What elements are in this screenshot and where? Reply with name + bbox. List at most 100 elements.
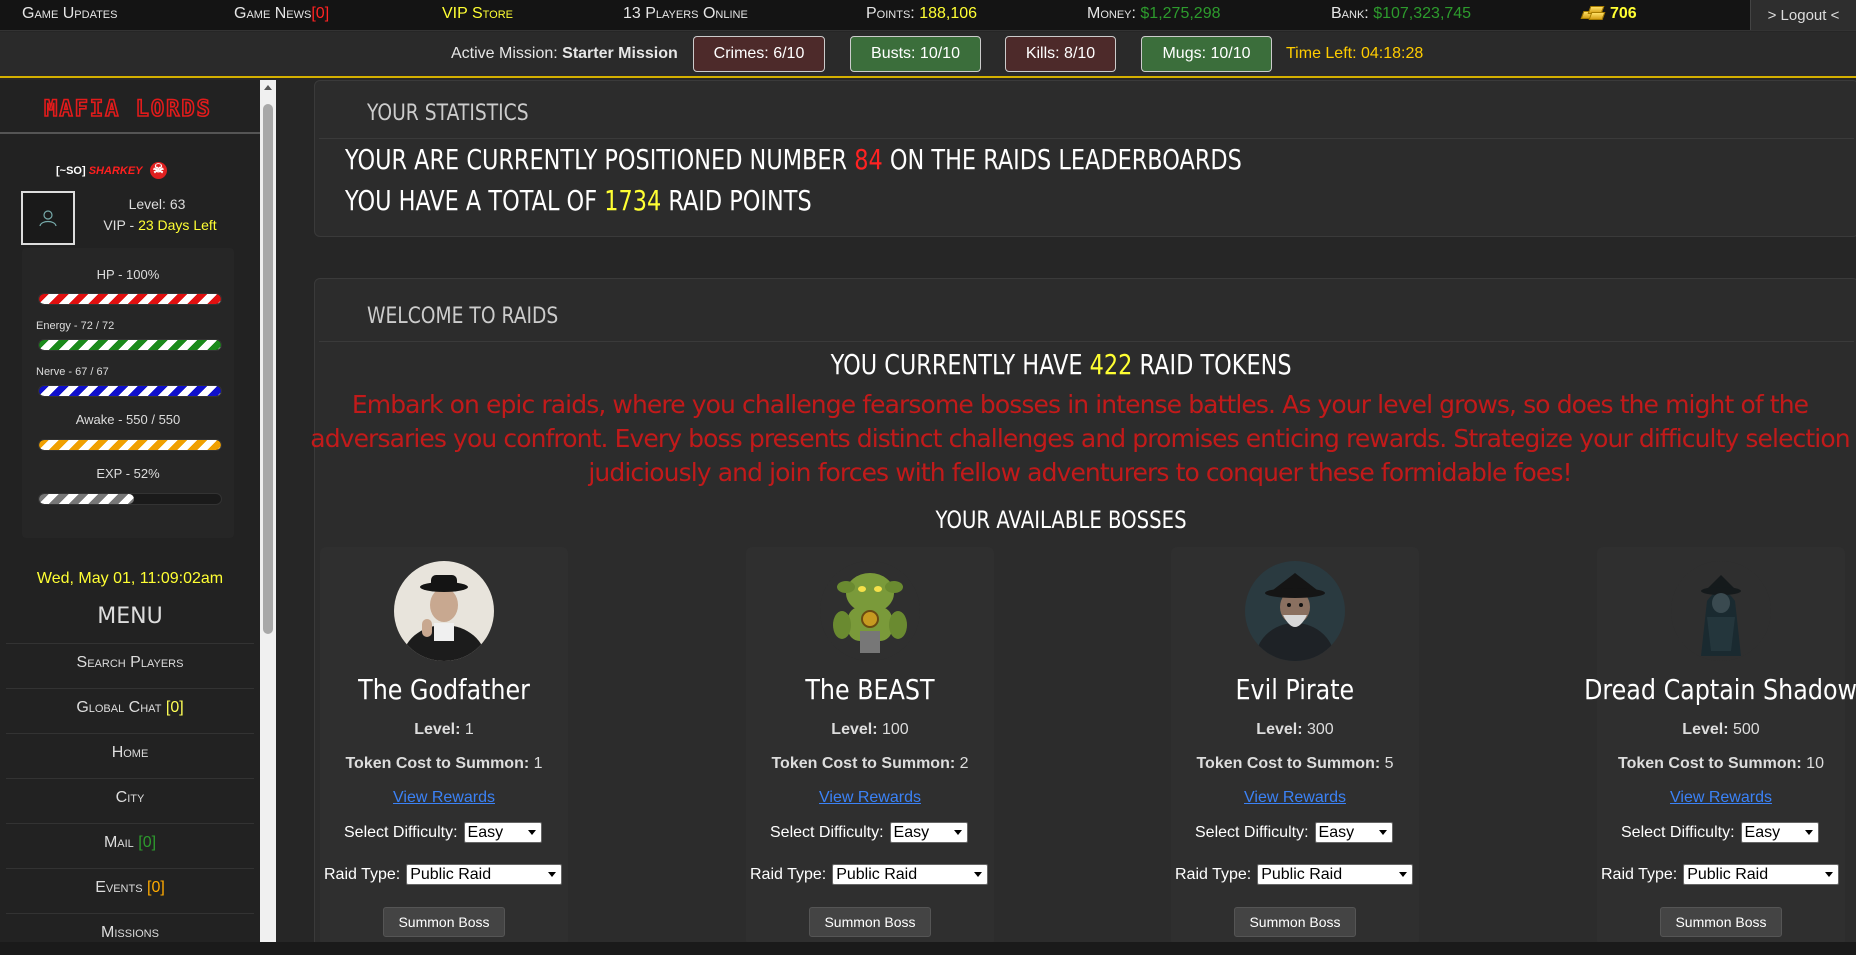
- boss-name-text: The Godfather: [358, 673, 530, 706]
- difficulty-select[interactable]: Easy: [889, 822, 968, 843]
- difficulty-row: Select Difficulty: Easy: [1195, 822, 1393, 843]
- difficulty-select[interactable]: Easy: [1314, 822, 1393, 843]
- menu-item-city[interactable]: City: [6, 778, 254, 816]
- raid-type-select[interactable]: Public Raid: [406, 864, 563, 885]
- menu-item-missions[interactable]: Missions: [6, 913, 254, 942]
- avatar[interactable]: [21, 191, 75, 245]
- vip-days: 23 Days Left: [138, 217, 217, 233]
- user-placeholder-icon: [39, 210, 57, 227]
- menu-title: MENU: [97, 604, 163, 629]
- difficulty-row: Select Difficulty: Easy: [770, 822, 968, 843]
- boss-cost-value: 2: [959, 755, 969, 772]
- boss-portrait: [1245, 561, 1345, 661]
- mugs-progress[interactable]: Mugs: 10/10: [1141, 36, 1272, 72]
- view-rewards-link[interactable]: View Rewards: [320, 789, 568, 807]
- boss-level-value: 500: [1733, 721, 1760, 738]
- difficulty-select[interactable]: Easy: [463, 822, 542, 843]
- game-news-label: Game News: [234, 5, 312, 22]
- menu-item-global-chat[interactable]: Global Chat [0]: [6, 688, 254, 726]
- dread-captain-portrait-icon: [1671, 561, 1771, 661]
- difficulty-select[interactable]: Easy: [1740, 822, 1819, 843]
- raid-type-label: Raid Type:: [324, 865, 401, 883]
- boss-cost-value: 5: [1384, 755, 1394, 772]
- scroll-up-arrow-icon[interactable]: [264, 85, 272, 90]
- skull-icon: [149, 161, 167, 179]
- kills-progress[interactable]: Kills: 8/10: [1005, 36, 1116, 72]
- boss-level: Level: 100: [746, 721, 994, 739]
- boss-name: The Godfather: [276, 673, 628, 706]
- boss-portrait: [1671, 561, 1771, 661]
- logout-button[interactable]: > Logout <: [1750, 0, 1856, 30]
- available-bosses-title: Your Available Bosses: [276, 506, 1846, 534]
- boss-cost-label: Token Cost to Summon:: [771, 755, 956, 772]
- available-bosses-text: Your Available Bosses: [935, 506, 1187, 534]
- global-chat-count: [0]: [165, 699, 184, 716]
- money-value: $1,275,298: [1140, 5, 1221, 22]
- summon-boss-button[interactable]: Summon Boss: [383, 907, 505, 937]
- boss-level-label: Level:: [414, 721, 461, 738]
- summon-boss-button[interactable]: Summon Boss: [1660, 907, 1782, 937]
- raid-type-select[interactable]: Public Raid: [1257, 864, 1414, 885]
- main-content: Your Statistics Your are currently posit…: [276, 80, 1856, 942]
- godfather-portrait-icon: [394, 561, 494, 661]
- active-mission: Active Mission: Starter Mission: [451, 45, 678, 63]
- view-rewards-link[interactable]: View Rewards: [746, 789, 994, 807]
- game-news-link[interactable]: Game News[0]: [234, 5, 329, 23]
- boss-portrait: [820, 561, 920, 661]
- menu-item-events[interactable]: Events [0]: [6, 868, 254, 906]
- tokens-prefix: You currently have: [830, 348, 1090, 381]
- boss-level-label: Level:: [831, 721, 878, 738]
- points-prefix: You have a total of: [345, 184, 605, 217]
- bank-display[interactable]: Bank: $107,323,745: [1331, 5, 1471, 23]
- summon-boss-button[interactable]: Summon Boss: [809, 907, 931, 937]
- menu-item-mail[interactable]: Mail [0]: [6, 823, 254, 861]
- boss-name-text: The BEAST: [805, 673, 935, 706]
- view-rewards-link[interactable]: View Rewards: [1597, 789, 1845, 807]
- scroll-thumb[interactable]: [263, 104, 273, 634]
- menu-item-search-players[interactable]: Search Players: [6, 643, 254, 681]
- raid-type-row: Raid Type: Public Raid: [1175, 864, 1414, 885]
- difficulty-label: Select Difficulty:: [1621, 823, 1735, 841]
- vip-store-link[interactable]: VIP Store: [442, 5, 513, 23]
- beast-portrait-icon: [820, 561, 920, 661]
- gold-display[interactable]: 706: [1580, 4, 1637, 23]
- sidebar-scrollbar[interactable]: [260, 80, 276, 942]
- hp-bar-fill: [39, 294, 221, 304]
- boss-name-text: Dread Captain Shadow: [1584, 673, 1856, 706]
- boss-card: Dread Captain Shadow Level: 500 Token Co…: [1585, 547, 1856, 942]
- boss-card: Evil Pirate Level: 300 Token Cost to Sum…: [1171, 547, 1419, 942]
- nerve-bar-fill: [39, 386, 221, 396]
- energy-bar-fill: [39, 340, 221, 350]
- menu-item-home[interactable]: Home: [6, 733, 254, 771]
- user-name-text: SHARKEY: [88, 165, 143, 177]
- boss-level: Level: 1: [320, 721, 568, 739]
- boss-name: The BEAST: [686, 673, 1054, 706]
- points-label: Points:: [866, 5, 915, 22]
- summon-boss-button[interactable]: Summon Boss: [1234, 907, 1356, 937]
- raid-type-select[interactable]: Public Raid: [1683, 864, 1840, 885]
- difficulty-label: Select Difficulty:: [1195, 823, 1309, 841]
- busts-progress[interactable]: Busts: 10/10: [850, 36, 981, 72]
- raid-type-label: Raid Type:: [1601, 865, 1678, 883]
- gold-bars-icon: [1580, 4, 1606, 20]
- raid-type-select[interactable]: Public Raid: [832, 864, 989, 885]
- energy-label: Energy - 72 / 72: [36, 320, 115, 332]
- raids-title: Welcome to Raids: [367, 304, 559, 329]
- user-level: Level: 63: [128, 196, 186, 212]
- tokens-suffix: raid tokens: [1132, 348, 1292, 381]
- crimes-progress[interactable]: Crimes: 6/10: [693, 36, 825, 72]
- view-rewards-link[interactable]: View Rewards: [1171, 789, 1419, 807]
- raid-type-label: Raid Type:: [1175, 865, 1252, 883]
- user-name[interactable]: [~SO] SHARKEY: [56, 161, 167, 179]
- players-online[interactable]: 13 Players Online: [623, 5, 748, 23]
- game-updates-link[interactable]: Game Updates: [22, 5, 117, 23]
- boss-name: Evil Pirate: [1111, 673, 1479, 706]
- evil-pirate-portrait-icon: [1245, 561, 1345, 661]
- awake-bar: [38, 439, 222, 451]
- statistics-panel: Your Statistics Your are currently posit…: [314, 80, 1856, 237]
- boss-cost-label: Token Cost to Summon:: [1618, 755, 1802, 772]
- raids-divider: [319, 341, 1854, 342]
- boss-portrait: [394, 561, 494, 661]
- raids-description: Embark on epic raids, where you challeng…: [310, 390, 1850, 487]
- game-logo[interactable]: MAFIA LORDS: [22, 94, 234, 122]
